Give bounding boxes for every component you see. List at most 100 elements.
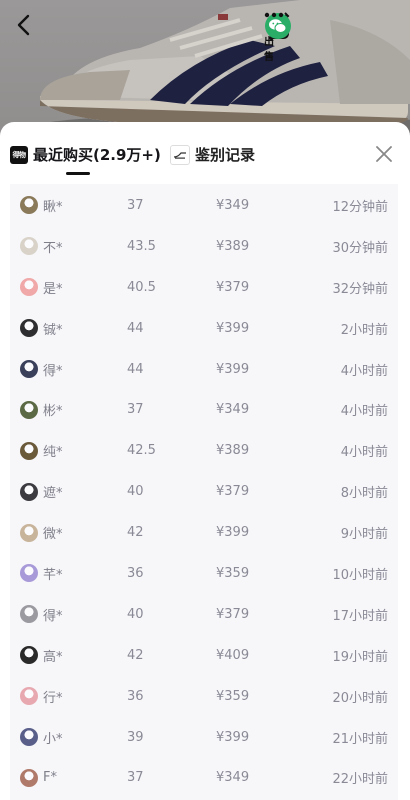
buyer-name: 铖* bbox=[43, 322, 63, 338]
avatar bbox=[20, 441, 38, 460]
shoe-size: 44 bbox=[127, 320, 144, 336]
chevron-left-icon bbox=[17, 14, 30, 36]
purchase-time: 19小时前 bbox=[332, 649, 388, 665]
more-dots-icon bbox=[264, 12, 284, 18]
purchase-time: 2小时前 bbox=[340, 322, 388, 338]
purchase-time: 20小时前 bbox=[332, 690, 388, 706]
purchase-time: 4小时前 bbox=[340, 404, 388, 420]
avatar bbox=[20, 482, 38, 501]
buyer-name: 彬* bbox=[43, 404, 63, 420]
buyer-name: 得* bbox=[43, 363, 63, 379]
avatar bbox=[20, 278, 38, 297]
purchase-time: 21小时前 bbox=[332, 731, 388, 747]
authentication-icon bbox=[170, 144, 190, 165]
list-item: 瞅* 37 ¥349 12分钟前 bbox=[10, 185, 398, 226]
buyer-name: 微* bbox=[43, 527, 63, 543]
avatar bbox=[20, 646, 38, 665]
shoe-size: 36 bbox=[127, 688, 144, 704]
shoe-size: 42.5 bbox=[127, 443, 156, 459]
price: ¥389 bbox=[216, 443, 250, 459]
avatar bbox=[20, 319, 38, 338]
purchase-time: 8小时前 bbox=[340, 486, 388, 502]
shoe-size: 37 bbox=[127, 402, 144, 418]
more-button[interactable] bbox=[264, 12, 396, 44]
back-button[interactable] bbox=[16, 14, 44, 42]
list-item: 小* 39 ¥399 21小时前 bbox=[10, 717, 398, 758]
avatar bbox=[20, 237, 38, 256]
buyer-name: 芊* bbox=[43, 567, 63, 583]
list-item: 微* 42 ¥399 9小时前 bbox=[10, 512, 398, 553]
price: ¥349 bbox=[216, 402, 250, 418]
sheet-header: 得物 最近购买(2.9万+) 鉴别记录 bbox=[0, 122, 410, 184]
price: ¥379 bbox=[216, 484, 250, 500]
list-item: 铖* 44 ¥399 2小时前 bbox=[10, 308, 398, 349]
shoe-size: 40 bbox=[127, 484, 144, 500]
avatar bbox=[20, 400, 38, 419]
shoe-size: 40 bbox=[127, 606, 144, 622]
close-button[interactable] bbox=[372, 142, 396, 166]
buyer-name: 纯* bbox=[43, 445, 63, 461]
price: ¥399 bbox=[216, 525, 250, 541]
list-item: 得* 44 ¥399 4小时前 bbox=[10, 349, 398, 390]
buyer-name: 得* bbox=[43, 608, 63, 624]
close-icon bbox=[376, 146, 392, 162]
shoe-size: 37 bbox=[127, 770, 144, 786]
price: ¥379 bbox=[216, 279, 250, 295]
price: ¥349 bbox=[216, 197, 250, 213]
list-item: 遮* 40 ¥379 8小时前 bbox=[10, 471, 398, 512]
buyer-name: 不* bbox=[43, 240, 63, 256]
share-wechat-button[interactable] bbox=[265, 12, 346, 44]
buyer-name: F* bbox=[43, 770, 57, 786]
purchase-time: 32分钟前 bbox=[332, 281, 388, 297]
price: ¥349 bbox=[216, 770, 250, 786]
shoe-size: 37 bbox=[127, 197, 144, 213]
purchase-records-list[interactable]: 瞅* 37 ¥349 12分钟前 不* 43.5 ¥389 30分钟前 是* 40.5 ¥379 32… bbox=[10, 184, 398, 800]
list-item: 行* 36 ¥359 20小时前 bbox=[10, 676, 398, 717]
list-item: 纯* 42.5 ¥389 4小时前 bbox=[10, 430, 398, 471]
purchase-time: 9小时前 bbox=[340, 527, 388, 543]
tab-authentication-records-label: 鉴别记录 bbox=[195, 146, 256, 164]
list-item: 彬* 37 ¥349 4小时前 bbox=[10, 389, 398, 430]
dewu-logo-icon: 得物 bbox=[10, 145, 28, 164]
avatar bbox=[20, 360, 38, 378]
price: ¥399 bbox=[216, 729, 250, 745]
avatar bbox=[20, 728, 38, 747]
buyer-name: 行* bbox=[43, 690, 63, 706]
shoe-size: 42 bbox=[127, 647, 144, 663]
avatar bbox=[20, 196, 38, 215]
avatar bbox=[20, 768, 38, 787]
purchase-time: 10小时前 bbox=[332, 567, 388, 583]
purchase-time: 4小时前 bbox=[340, 363, 388, 379]
purchase-time: 4小时前 bbox=[340, 445, 388, 461]
shoe-size: 36 bbox=[127, 565, 144, 581]
list-item: 高* 42 ¥409 19小时前 bbox=[10, 635, 398, 676]
list-item: 芊* 36 ¥359 10小时前 bbox=[10, 553, 398, 594]
list-item: 是* 40.5 ¥379 32分钟前 bbox=[10, 267, 398, 308]
top-actions: 出售 bbox=[264, 12, 396, 63]
list-item: 得* 40 ¥379 17小时前 bbox=[10, 594, 398, 635]
avatar bbox=[20, 605, 38, 624]
list-item: F* 37 ¥349 22小时前 bbox=[10, 757, 398, 798]
shoe-size: 44 bbox=[127, 361, 144, 377]
price: ¥379 bbox=[216, 606, 250, 622]
tab-authentication-records[interactable]: 鉴别记录 bbox=[170, 144, 255, 165]
buyer-name: 遮* bbox=[43, 486, 63, 502]
purchase-time: 22小时前 bbox=[332, 772, 388, 788]
price: ¥399 bbox=[216, 320, 250, 336]
price: ¥359 bbox=[216, 565, 250, 581]
recent-purchases-sheet: 得物 最近购买(2.9万+) 鉴别记录 瞅* 37 ¥349 12分钟前 不* 43.5 ¥… bbox=[0, 122, 410, 800]
price: ¥409 bbox=[216, 647, 250, 663]
avatar bbox=[20, 523, 38, 542]
buyer-name: 是* bbox=[43, 281, 63, 297]
buyer-name: 高* bbox=[43, 649, 63, 665]
shoe-size: 43.5 bbox=[127, 238, 156, 254]
shoe-size: 39 bbox=[127, 729, 144, 745]
buyer-name: 瞅* bbox=[43, 199, 63, 215]
purchase-time: 17小时前 bbox=[332, 608, 388, 624]
price: ¥389 bbox=[216, 238, 250, 254]
tab-recent-purchases[interactable]: 得物 最近购买(2.9万+) bbox=[10, 144, 161, 165]
buyer-name: 小* bbox=[43, 731, 63, 747]
tab-recent-purchases-label: 最近购买(2.9万+) bbox=[33, 146, 161, 164]
shoe-size: 40.5 bbox=[127, 279, 156, 295]
avatar bbox=[20, 687, 38, 706]
